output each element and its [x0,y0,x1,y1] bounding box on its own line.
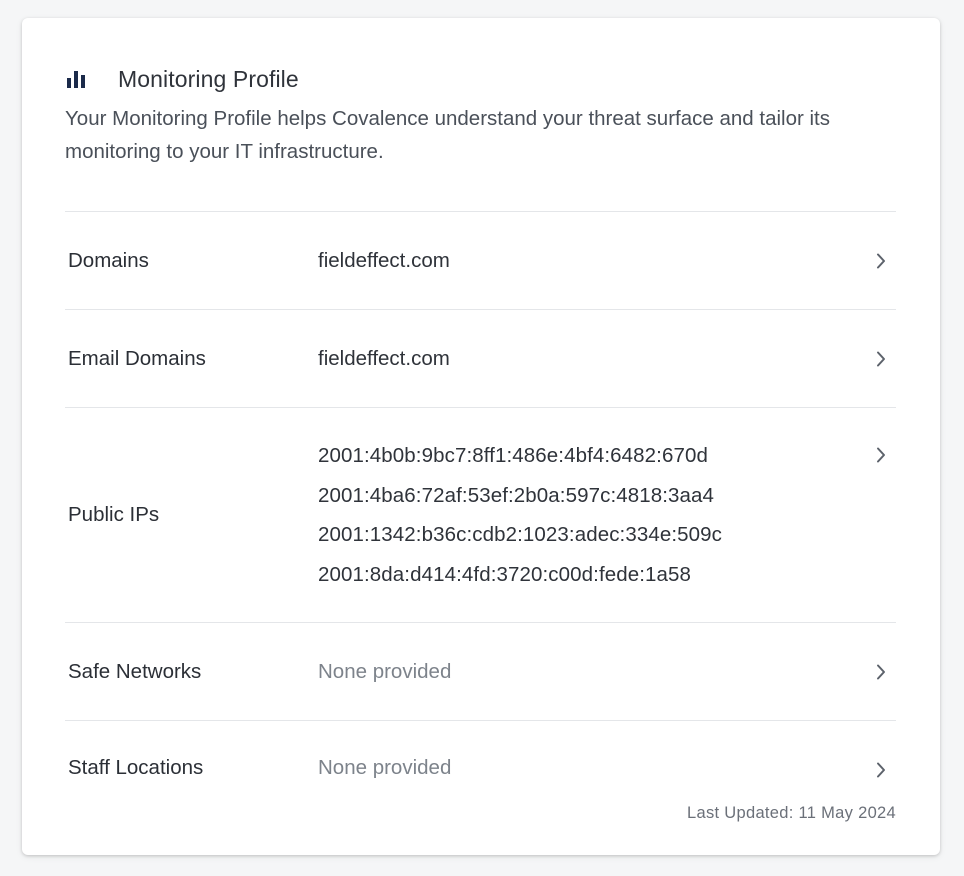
chevron-right-icon[interactable] [874,253,888,269]
ip-address: 2001:1342:b36c:cdb2:1023:adec:334e:509c [318,523,722,546]
row-domains[interactable]: Domains fieldeffect.com [65,211,896,309]
monitoring-profile-card: Monitoring Profile Your Monitoring Profi… [22,18,940,855]
ip-address: 2001:4ba6:72af:53ef:2b0a:597c:4818:3aa4 [318,483,715,507]
row-value: None provided [318,659,452,683]
row-value: fieldeffect.com [318,248,450,272]
card-header: Monitoring Profile [65,64,299,94]
row-email-domains[interactable]: Email Domains fieldeffect.com [65,309,896,407]
row-label: Email Domains [68,346,206,370]
row-value: None provided [318,756,452,779]
row-label: Domains [68,248,149,272]
chevron-right-icon[interactable] [874,664,888,680]
bar-chart-icon [65,68,89,90]
ip-list: 2001:4b0b:9bc7:8ff1:486e:4bf4:6482:670d … [318,436,722,594]
chevron-right-icon[interactable] [874,762,888,778]
profile-rows: Domains fieldeffect.com Email Domains fi… [65,211,896,810]
ip-address: 2001:4b0b:9bc7:8ff1:486e:4bf4:6482:670d [318,444,708,467]
chevron-right-icon[interactable] [874,447,888,463]
last-updated-label: Last Updated: 11 May 2024 [687,804,896,822]
row-label: Safe Networks [68,659,202,683]
card-title: Monitoring Profile [118,65,299,92]
chevron-right-icon[interactable] [874,351,888,367]
row-label: Public IPs [68,503,160,526]
row-staff-locations[interactable]: Staff Locations None provided [65,720,896,810]
row-safe-networks[interactable]: Safe Networks None provided [65,622,896,720]
row-label: Staff Locations [68,756,204,779]
ip-address: 2001:8da:d414:4fd:3720:c00d:fede:1a58 [318,562,692,586]
row-value: fieldeffect.com [318,346,450,370]
card-description: Your Monitoring Profile helps Covalence … [65,107,831,163]
row-public-ips[interactable]: Public IPs 2001:4b0b:9bc7:8ff1:486e:4bf4… [65,407,896,622]
